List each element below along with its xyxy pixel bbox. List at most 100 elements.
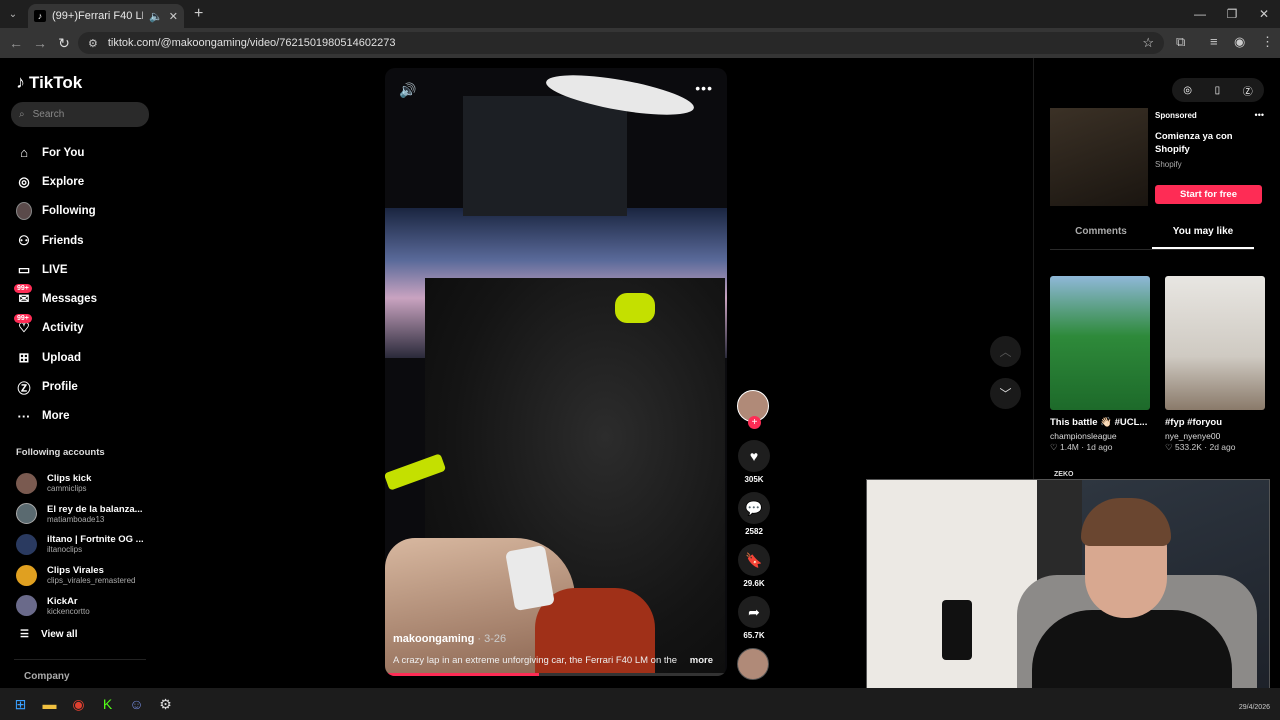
speaker-icon[interactable]: 🔈 — [149, 10, 163, 23]
ad-thumbnail[interactable] — [1050, 108, 1148, 206]
progress-fill — [385, 673, 539, 676]
recommended-video-card[interactable]: This battle 👋🏻 #UCL... championsleague ♡… — [1050, 276, 1150, 453]
bookmark-star-icon[interactable]: ☆ — [1142, 35, 1154, 51]
card-meta: ♡ 533.2K · 2d ago — [1165, 442, 1236, 452]
list-item[interactable]: iltano | Fortnite OG ... iltanoclips — [16, 529, 144, 560]
previous-video-button[interactable]: ︿ — [990, 336, 1021, 367]
list-item[interactable]: El rey de la balanza... matiamboade13 — [16, 499, 144, 530]
nav-profile[interactable]: Ⓩ Profile — [16, 372, 97, 401]
like-button[interactable]: ♥ 305K — [737, 440, 771, 484]
chrome-menu-icon[interactable]: ⋮ — [1261, 34, 1274, 50]
divider — [14, 659, 146, 660]
start-for-free-button[interactable]: Start for free — [1155, 185, 1262, 204]
windows-taskbar: ⊞ ▬ ◉ K ☺ ⚙ 29/4/2026 — [0, 688, 1280, 720]
view-all-button[interactable]: ☰ View all — [20, 629, 77, 640]
save-button[interactable]: 🔖 29.6K — [737, 544, 771, 588]
sound-avatar-button[interactable] — [737, 648, 771, 680]
extensions-icon[interactable]: ⧉ — [1176, 34, 1185, 50]
kick-icon[interactable]: K — [93, 688, 122, 720]
share-count: 65.7K — [743, 631, 765, 640]
restore-icon[interactable]: ❐ — [1216, 0, 1248, 28]
profile-avatar-icon[interactable]: ◉ — [1234, 34, 1245, 50]
reload-icon[interactable]: ↻ — [52, 35, 76, 52]
nav-for-you[interactable]: ⌂ For You — [16, 138, 97, 167]
chrome-icon[interactable]: ◉ — [64, 688, 93, 720]
windows-start-icon[interactable]: ⊞ — [6, 688, 35, 720]
follow-plus-icon[interactable]: + — [748, 416, 761, 429]
url-field[interactable]: ⚙ tiktok.com/@makoongaming/video/7621501… — [78, 32, 1164, 54]
card-user[interactable]: nye_nyenye00 — [1165, 431, 1265, 441]
forward-icon[interactable]: → — [28, 35, 52, 51]
ad-more-icon[interactable]: ••• — [1255, 110, 1264, 120]
browser-tab[interactable]: ♪ (99+)Ferrari F40 LM Nordsc 🔈 ✕ — [28, 4, 184, 28]
search-placeholder: Search — [32, 109, 65, 120]
close-tab-icon[interactable]: ✕ — [169, 10, 178, 23]
view-all-label: View all — [40, 629, 78, 640]
avatar — [16, 202, 32, 221]
app-icon[interactable]: ⚙ — [151, 688, 180, 720]
minimize-icon[interactable]: — — [1184, 0, 1216, 28]
file-explorer-icon[interactable]: ▬ — [35, 688, 64, 720]
nav-activity[interactable]: ♡ 99+ Activity — [14, 313, 97, 343]
tab-title: (99+)Ferrari F40 LM Nordsc — [52, 10, 143, 22]
tiktok-note-icon: ♪ — [16, 72, 25, 92]
tab-comments[interactable]: Comments — [1050, 226, 1152, 249]
tiktok-logo[interactable]: ♪ TikTok — [16, 72, 82, 93]
list-item[interactable]: KickAr kickencortto — [16, 590, 144, 621]
nav-friends[interactable]: ⚇ Friends — [16, 226, 97, 255]
browser-tabbar: ⌄ ♪ (99+)Ferrari F40 LM Nordsc 🔈 ✕ + — ❐… — [0, 0, 1280, 28]
video-author[interactable]: makoongaming · 3-26 — [393, 633, 506, 645]
media-icon[interactable]: ≡ — [1210, 34, 1218, 49]
account-user: matiamboade13 — [47, 514, 105, 524]
tab-search-icon[interactable]: ⌄ — [0, 0, 26, 28]
search-input[interactable]: ⌕ Search — [11, 102, 149, 127]
nav-upload[interactable]: ⊞ Upload — [16, 343, 97, 372]
activity-badge: 99+ — [14, 313, 32, 323]
new-tab-icon[interactable]: + — [194, 5, 203, 23]
video-thumbnail — [1050, 276, 1150, 410]
nav-label: Explore — [42, 175, 85, 188]
phone-icon[interactable]: ▯ — [1215, 85, 1221, 96]
nav-label: Upload — [42, 351, 81, 364]
compass-icon[interactable]: ◎ — [1183, 85, 1192, 96]
nav-more[interactable]: ··· More — [16, 402, 97, 431]
avatar — [16, 503, 37, 525]
nav-explore[interactable]: ◎ Explore — [16, 167, 97, 196]
card-user[interactable]: championsleague — [1050, 431, 1150, 441]
video-neon-shoulder — [615, 293, 655, 323]
site-info-icon[interactable]: ⚙ — [88, 37, 98, 50]
nav-messages[interactable]: ✉ 99+ Messages — [14, 284, 97, 313]
volume-icon[interactable]: 🔊 — [399, 82, 416, 99]
company-link[interactable]: Company — [24, 671, 70, 682]
tab-you-may-like[interactable]: You may like — [1152, 226, 1254, 249]
nav-label: Following — [42, 205, 96, 218]
ad-title[interactable]: Comienza ya con Shopify — [1155, 130, 1245, 156]
upload-icon: ⊞ — [18, 349, 30, 365]
video-progress-bar[interactable] — [385, 673, 727, 676]
chevron-up-icon: ︿ — [999, 345, 1012, 359]
webcam-overlay — [866, 479, 1270, 705]
comment-button[interactable]: 💬 2582 — [737, 492, 771, 536]
video-player[interactable]: 🔊 ••• makoongaming · 3-26 A crazy lap in… — [385, 68, 727, 676]
tiktok-favicon-icon: ♪ — [34, 10, 46, 22]
creator-avatar-button[interactable]: + — [737, 390, 771, 429]
recommended-video-card[interactable]: #fyp #foryou nye_nyenye00 ♡ 533.2K · 2d … — [1165, 276, 1265, 453]
more-options-icon[interactable]: ••• — [695, 80, 713, 96]
avatar — [16, 533, 37, 555]
nav-following[interactable]: Following — [16, 197, 97, 226]
list-item[interactable]: Clips kick cammiclips — [16, 468, 144, 499]
next-video-button[interactable]: ﹀ — [990, 378, 1021, 409]
live-icon: ▭ — [17, 261, 31, 277]
close-window-icon[interactable]: ✕ — [1248, 0, 1280, 28]
back-icon[interactable]: ← — [4, 35, 28, 51]
profile-icon[interactable]: Ⓩ — [1243, 83, 1253, 98]
nav-live[interactable]: ▭ LIVE — [16, 255, 97, 284]
heart-icon: ♥ — [738, 440, 770, 472]
card-meta: ♡ 1.4M · 1d ago — [1050, 442, 1113, 452]
discord-icon[interactable]: ☺ — [122, 688, 151, 720]
share-button[interactable]: ➦ 65.7K — [737, 596, 771, 640]
list-item[interactable]: Clips Virales clips_virales_remastered — [16, 560, 144, 591]
more-button[interactable]: more — [690, 655, 713, 666]
account-name: iltano | Fortnite OG ... — [47, 534, 144, 546]
bookmark-icon: 🔖 — [738, 544, 770, 576]
